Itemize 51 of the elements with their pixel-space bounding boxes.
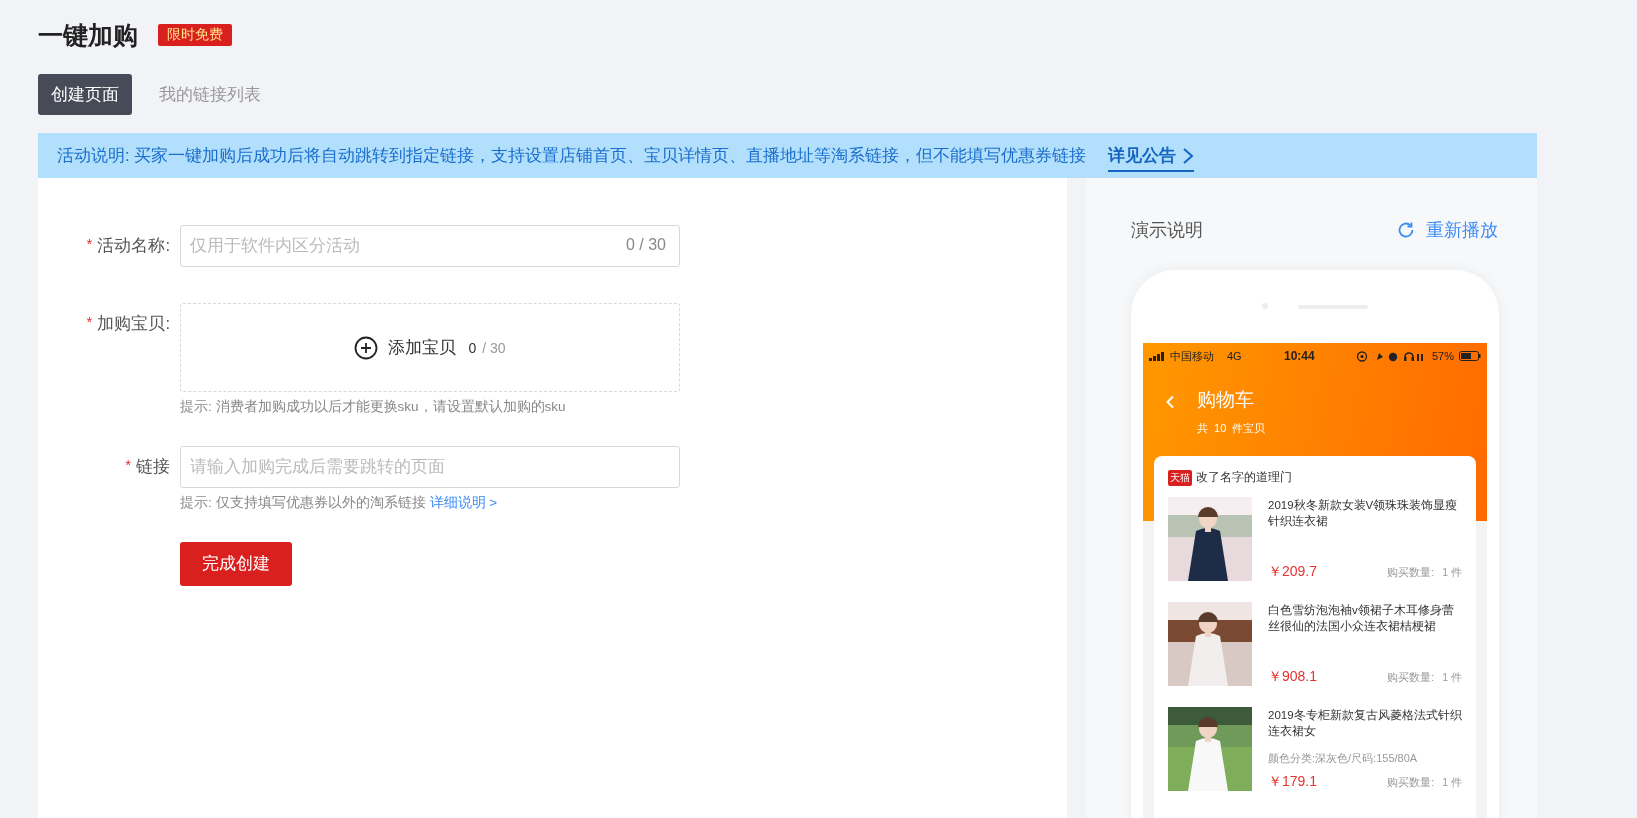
- cart-subtitle: 共 10 件宝贝: [1197, 421, 1266, 436]
- product-spec: 颜色分类:深灰色/尺码:155/80A: [1268, 751, 1419, 766]
- add-item-label: 添加宝贝: [388, 337, 457, 359]
- announcement-link[interactable]: 详见公告: [1108, 139, 1195, 172]
- field-label: 链接: [136, 456, 170, 477]
- item-max: / 30: [482, 339, 506, 356]
- quantity-value: 1 件: [1442, 566, 1462, 580]
- input-field[interactable]: 请输入加购完成后需要跳转的页面: [180, 446, 680, 488]
- tab[interactable]: 创建页面: [38, 74, 132, 115]
- quantity-label: 购买数量:: [1387, 776, 1435, 790]
- promo-badge: 限时免费: [158, 24, 232, 46]
- demo-title: 演示说明: [1131, 219, 1203, 242]
- page-title: 一键加购: [38, 19, 138, 51]
- details-link[interactable]: 详细说明 >: [429, 495, 498, 510]
- quantity-value: 1 件: [1442, 671, 1462, 685]
- back-icon[interactable]: [1165, 395, 1175, 409]
- battery-percent: 57%: [1431, 350, 1454, 362]
- field-label: 加购宝贝:: [97, 313, 170, 334]
- add-item-area[interactable]: 添加宝贝 0 / 30: [180, 303, 680, 392]
- product-price: ￥908.1: [1268, 668, 1319, 686]
- required-mark: *: [86, 235, 93, 252]
- tab[interactable]: 我的链接列表: [146, 74, 274, 115]
- hint-text: 提示: 仅支持填写优惠券以外的淘系链接: [180, 495, 426, 510]
- clock: 10:44: [1283, 349, 1315, 363]
- carrier-label: 中国移动: [1170, 348, 1214, 364]
- create-button[interactable]: 完成创建: [180, 542, 292, 586]
- chevron-right-icon: [1182, 147, 1195, 164]
- signal-icon: [1149, 351, 1165, 361]
- shop-name: 改了名字的道理门: [1196, 469, 1292, 486]
- product-title: 白色雪纺泡泡袖v领裙子木耳修身蕾丝很仙的法国小众连衣裙桔梗裙: [1268, 603, 1455, 634]
- network-label: 4G: [1227, 350, 1242, 362]
- field-label: 活动名称:: [97, 235, 170, 256]
- cart-title: 购物车: [1197, 388, 1255, 412]
- item-count: 0: [468, 339, 477, 356]
- replay-link[interactable]: 重新播放: [1396, 218, 1498, 242]
- hint-text: 提示: 消费者加购成功以后才能更换sku，请设置默认加购的sku: [180, 399, 566, 414]
- quantity-label: 购买数量:: [1387, 671, 1435, 685]
- required-mark: *: [125, 456, 131, 473]
- required-mark: *: [86, 313, 93, 330]
- quantity-label: 购买数量:: [1387, 566, 1435, 580]
- battery-icon: [1459, 351, 1481, 361]
- product-price: ￥179.1: [1268, 773, 1319, 791]
- notice-text: 活动说明: 买家一键加购后成功后将自动跳转到指定链接，支持设置店铺首页、宝贝详情页、直播地址等淘系链接，但不能填写优惠券链接: [57, 144, 1087, 166]
- product-title: 2019秋冬新款女装V领珠珠装饰显瘦针织连衣裙: [1268, 498, 1459, 529]
- refresh-icon: [1396, 220, 1416, 240]
- product-price: ￥209.7: [1268, 563, 1319, 581]
- tmall-badge: 天猫: [1168, 469, 1192, 486]
- plus-circle-icon: [354, 335, 379, 360]
- char-counter: 0 / 30: [625, 236, 666, 254]
- quantity-value: 1 件: [1442, 776, 1462, 790]
- product-title: 2019冬专柜新款复古风菱格法式针织连衣裙女: [1268, 708, 1462, 739]
